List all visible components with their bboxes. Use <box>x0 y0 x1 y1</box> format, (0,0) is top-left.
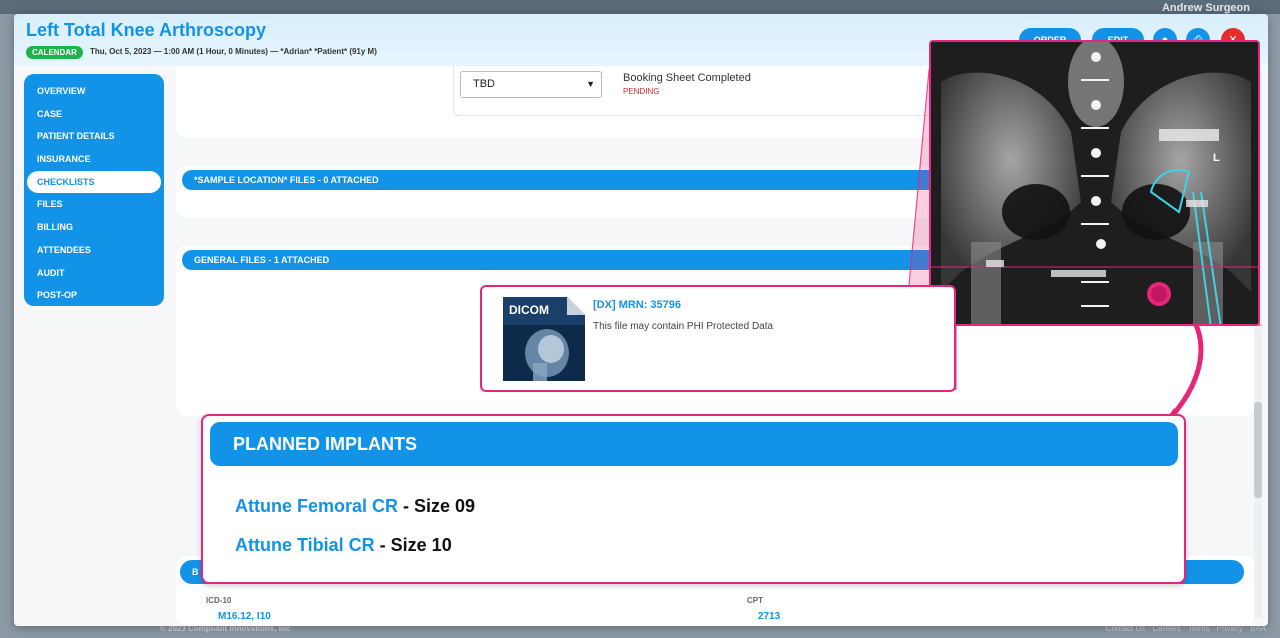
pelvis-xray-illustration <box>931 42 1258 324</box>
dicom-file-link[interactable]: [DX] MRN: 35796 <box>593 299 681 311</box>
dicom-thumb-label: DICOM <box>509 303 549 317</box>
implant-size: - Size 10 <box>374 535 452 555</box>
phi-warning: This file may contain PHI Protected Data <box>593 321 774 332</box>
implant-name[interactable]: Attune Tibial CR <box>235 535 375 555</box>
implant-item: Attune Tibial CR - Size 10 <box>235 535 452 556</box>
implant-size: - Size 09 <box>398 496 476 516</box>
xray-side-marker: L <box>1213 152 1220 164</box>
planned-implants-card: PLANNED IMPLANTS Attune Femoral CR - Siz… <box>201 414 1186 584</box>
xray-image[interactable]: L <box>929 40 1260 326</box>
planned-implants-header: PLANNED IMPLANTS <box>210 422 1178 466</box>
dicom-file-card[interactable]: DICOM [DX] MRN: 35796 This file may cont… <box>480 285 956 392</box>
dicom-file-icon: DICOM <box>503 297 585 381</box>
implant-name[interactable]: Attune Femoral CR <box>235 496 398 516</box>
planned-implants-title: PLANNED IMPLANTS <box>233 434 417 454</box>
implant-item: Attune Femoral CR - Size 09 <box>235 496 475 517</box>
